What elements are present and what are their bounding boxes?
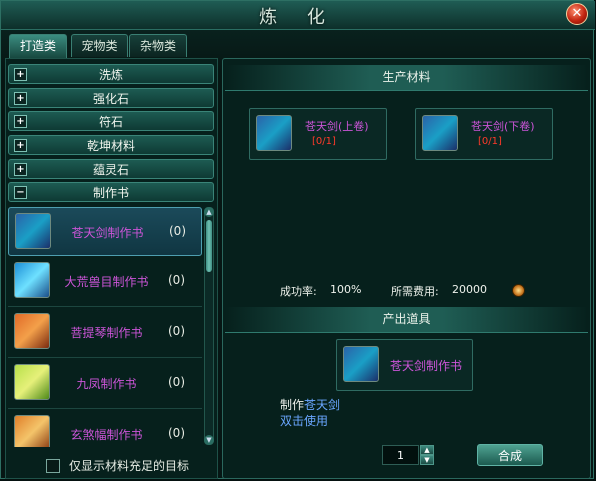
craft-button[interactable]: 合成 [477, 444, 543, 466]
category-qiankun-material[interactable]: + 乾坤材料 [8, 135, 214, 155]
window-title: 炼 化 [259, 7, 337, 28]
success-rate-label: 成功率: [280, 285, 317, 298]
increment-icon[interactable]: ▲ [420, 445, 434, 455]
tab-crafting[interactable]: 打造类 [9, 34, 67, 58]
category-label: 蕴灵石 [92, 163, 129, 177]
output-item-slot[interactable]: 苍天剑制作书 [336, 339, 473, 391]
output-description: 制作苍天剑 [280, 396, 340, 413]
item-count: (0) [168, 375, 185, 389]
category-recipe-books[interactable]: − 制作书 [8, 182, 214, 202]
book-icon [15, 213, 51, 249]
success-rate-value: 100% [330, 283, 362, 296]
book-icon [14, 313, 50, 349]
book-icon [343, 346, 379, 382]
cost-label: 所需费用: [391, 285, 439, 298]
tab-misc[interactable]: 杂物类 [129, 34, 187, 57]
checkbox-label: 仅显示材料充足的目标 [69, 459, 190, 473]
decrement-icon[interactable]: ▼ [420, 455, 434, 465]
list-item[interactable]: 菩提琴制作书 (0) [8, 308, 202, 358]
tab-pets[interactable]: 宠物类 [71, 34, 128, 57]
category-spirit-stone[interactable]: + 蕴灵石 [8, 159, 214, 179]
scroll-down-icon[interactable]: ▼ [204, 435, 214, 445]
item-name: 玄煞幅制作书 [70, 428, 143, 442]
output-header: 产出道具 [225, 307, 588, 333]
category-label: 洗炼 [98, 68, 123, 82]
list-item[interactable]: 大荒兽目制作书 (0) [8, 257, 202, 307]
quantity-stepper: 1 ▲ ▼ [382, 445, 436, 465]
scroll-up-icon[interactable]: ▲ [204, 207, 214, 217]
category-label: 制作书 [92, 186, 129, 200]
item-count: (0) [169, 224, 186, 238]
material-name: 苍天剑(下卷) [471, 120, 535, 133]
category-strengthen-stone[interactable]: + 强化石 [8, 88, 214, 108]
close-icon[interactable]: ✕ [566, 3, 588, 25]
recipe-item-list: 苍天剑制作书 (0) 大荒兽目制作书 (0) 菩提琴制作书 (0) 九凤制作书 … [8, 205, 203, 447]
book-icon [14, 415, 50, 447]
category-label: 符石 [98, 115, 123, 129]
desc-prefix: 制作 [280, 398, 305, 412]
item-count: (0) [168, 273, 185, 287]
title-bar[interactable]: 炼 化 ✕ [1, 1, 595, 30]
item-count: (0) [168, 324, 185, 338]
book-icon [14, 364, 50, 400]
coin-icon [512, 284, 525, 297]
material-slot[interactable]: 苍天剑(上卷) [0/1] [249, 108, 387, 160]
list-item[interactable]: 玄煞幅制作书 (0) [8, 410, 202, 447]
desc-target: 苍天剑 [304, 398, 341, 412]
list-item[interactable]: 苍天剑制作书 (0) [8, 207, 202, 256]
list-item[interactable]: 九凤制作书 (0) [8, 359, 202, 409]
material-slot[interactable]: 苍天剑(下卷) [0/1] [415, 108, 553, 160]
book-icon [422, 115, 458, 151]
category-rune-stone[interactable]: + 符石 [8, 111, 214, 131]
scrollbar-thumb[interactable] [206, 220, 212, 272]
material-count: [0/1] [312, 136, 336, 147]
item-name: 苍天剑制作书 [71, 226, 144, 240]
item-name: 菩提琴制作书 [70, 326, 143, 340]
category-label: 强化石 [92, 92, 129, 106]
book-icon [14, 262, 50, 298]
item-name: 大荒兽目制作书 [64, 275, 149, 289]
output-item-name: 苍天剑制作书 [390, 359, 463, 373]
book-icon [256, 115, 292, 151]
crafting-window: 炼 化 ✕ 打造类 宠物类 杂物类 + 洗炼 + 强化石 + 符石 + 乾坤材料… [0, 0, 595, 479]
sufficient-materials-checkbox[interactable] [46, 459, 60, 473]
item-count: (0) [168, 426, 185, 440]
quantity-input[interactable]: 1 [382, 445, 419, 465]
category-label: 乾坤材料 [86, 139, 135, 153]
category-refine[interactable]: + 洗炼 [8, 64, 214, 84]
cost-value: 20000 [452, 283, 487, 296]
list-scrollbar[interactable]: ▲ ▼ [204, 207, 214, 445]
item-name: 九凤制作书 [76, 377, 137, 391]
desc-usage: 双击使用 [280, 414, 329, 428]
materials-header: 生产材料 [225, 65, 588, 91]
recipe-list-panel: + 洗炼 + 强化石 + 符石 + 乾坤材料 + 蕴灵石 − 制作书 苍天剑制作… [5, 58, 218, 479]
crafting-detail-panel: 生产材料 苍天剑(上卷) [0/1] 苍天剑(下卷) [0/1] 成功率: 10… [222, 58, 591, 479]
material-count: [0/1] [478, 136, 502, 147]
material-name: 苍天剑(上卷) [305, 120, 369, 133]
